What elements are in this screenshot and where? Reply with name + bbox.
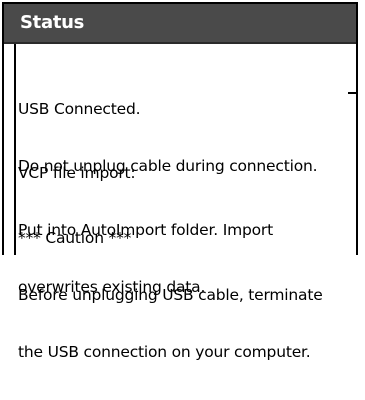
title-bar: Status (4, 4, 356, 44)
message-line: VCP file import: (18, 164, 136, 182)
status-dialog: Status USB Connected. Do not unplug cabl… (0, 0, 365, 361)
message-line: Before unplugging USB cable, terminate (18, 286, 323, 304)
message-caution: *** Caution *** Before unplugging USB ca… (18, 191, 323, 400)
message-line: *** Caution *** (18, 229, 132, 247)
dialog-content[interactable]: USB Connected. Do not unplug cable durin… (4, 44, 356, 361)
message-line: USB Connected. (18, 100, 141, 118)
scroll-indicator (348, 92, 356, 94)
left-divider (14, 44, 16, 255)
dialog-title: Status (20, 12, 85, 33)
message-line: the USB connection on your computer. (18, 343, 311, 361)
